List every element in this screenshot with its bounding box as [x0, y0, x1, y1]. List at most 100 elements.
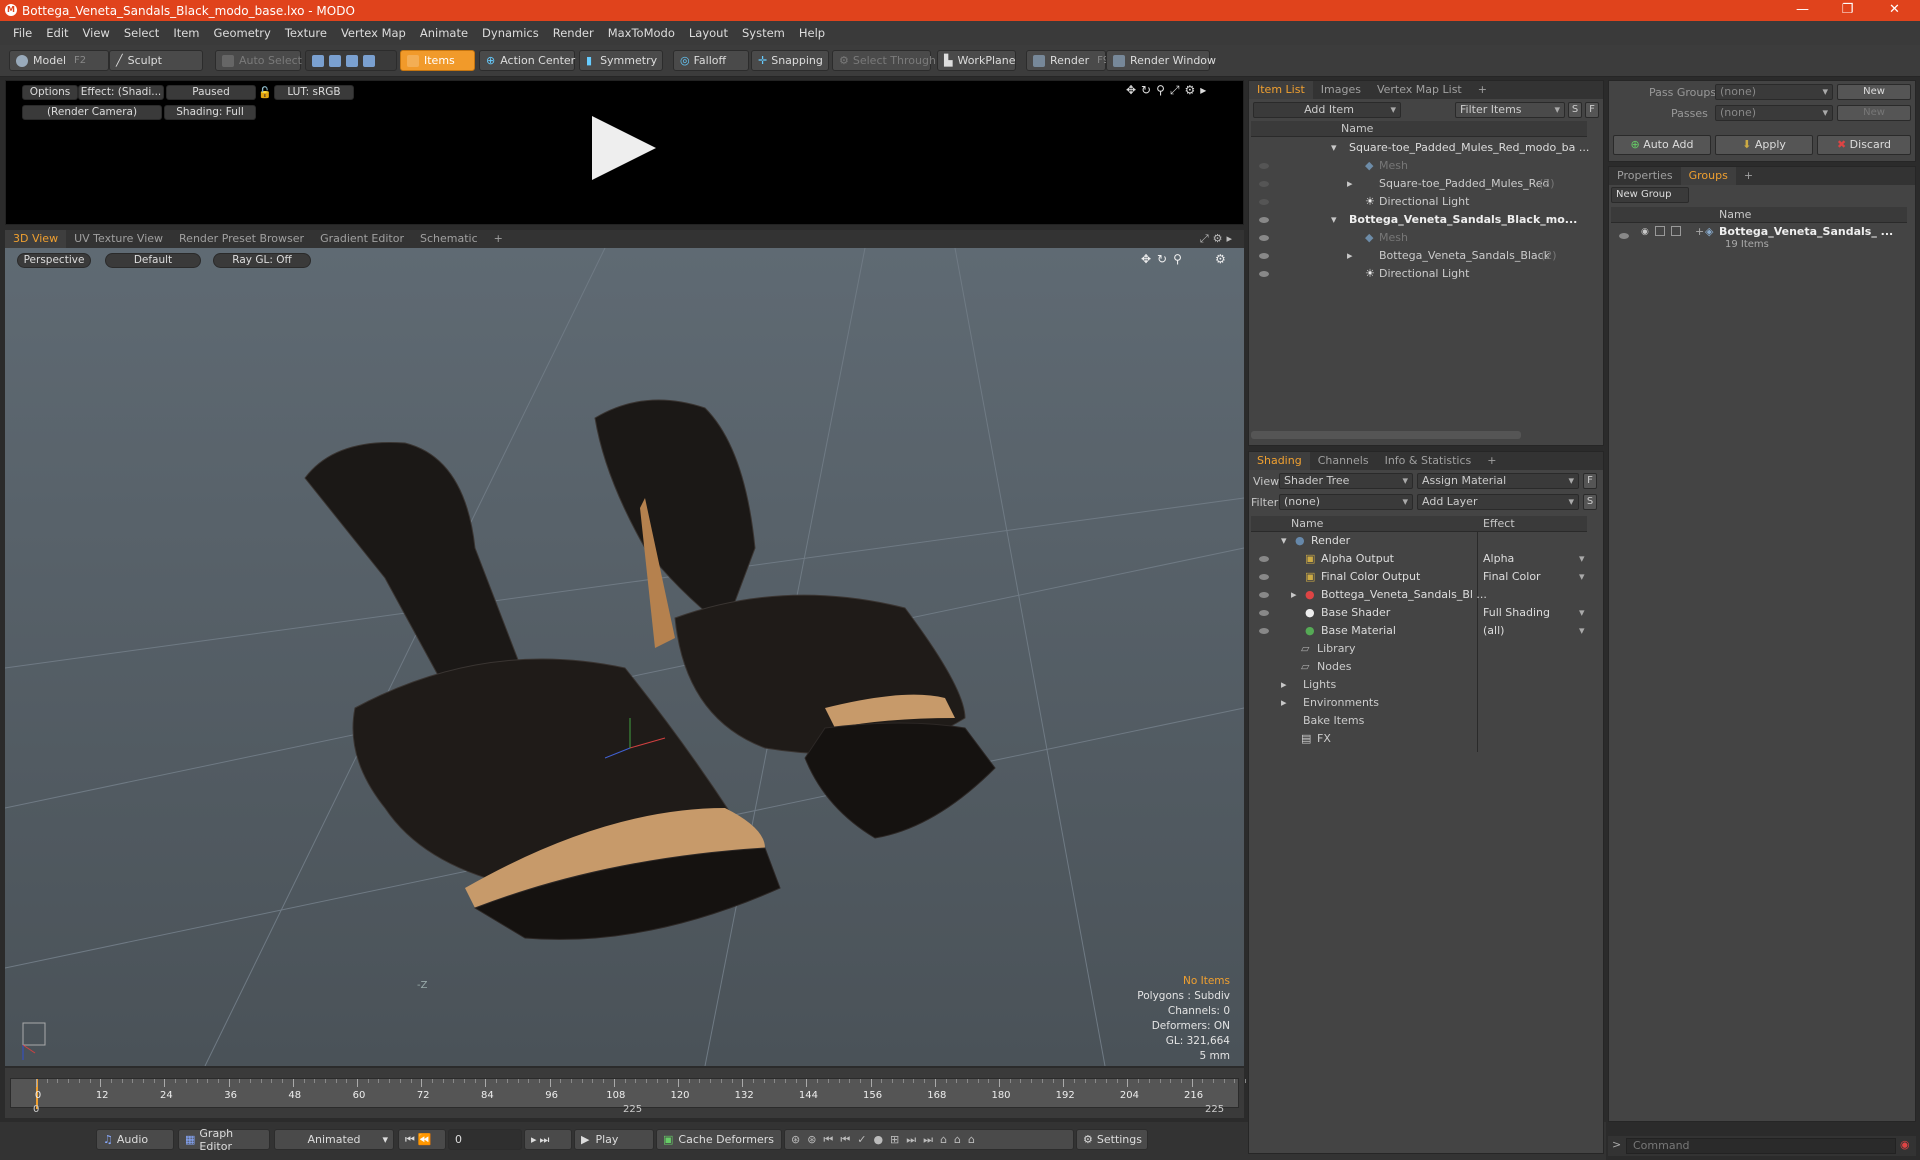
list-item[interactable]: ◆ Mesh [1251, 157, 1587, 175]
viewport-panel-icons[interactable]: ⤢⚙▸ [1200, 232, 1236, 246]
list-item[interactable]: ☀ Directional Light [1251, 265, 1587, 283]
menu-select[interactable]: Select [117, 26, 166, 40]
group-row[interactable]: ◉ + ◈ Bottega_Veneta_Sandals_ ... 19 Ite… [1611, 225, 1907, 259]
filter-items-input[interactable]: Filter Items [1455, 102, 1565, 118]
add-layer-dropdown[interactable]: Add Layer [1417, 494, 1579, 510]
animation-key-icons[interactable]: ⊛⊛⏮⏮✓●⊞⏭⏭⌂⌂⌂ [784, 1129, 1074, 1150]
effect-column-header[interactable]: Effect [1483, 517, 1515, 530]
3d-viewport[interactable]: Perspective Default Ray GL: Off ✥↻⚲ ⚙ -Z… [5, 248, 1244, 1066]
shader-tree-row[interactable]: Bake Items [1251, 712, 1587, 730]
minimize-button[interactable]: — [1780, 0, 1825, 21]
visibility-eye-icon[interactable] [1259, 217, 1269, 223]
play-icon[interactable] [592, 116, 656, 180]
shading-s-button[interactable]: S [1583, 494, 1597, 510]
render-camera-dropdown[interactable]: (Render Camera) [22, 105, 162, 120]
shader-tree-row[interactable]: ▣ Final Color Output Final Color ▾ [1251, 568, 1587, 586]
step-forward-icons[interactable]: ▸⏭ [524, 1129, 572, 1150]
preview-nav-icons[interactable]: ✥↻⚲⤢⚙▸ [1126, 83, 1211, 98]
tab-info-statistics[interactable]: Info & Statistics [1377, 452, 1480, 470]
menu-maxtomodo[interactable]: MaxToModo [601, 26, 682, 40]
menu-animate[interactable]: Animate [413, 26, 475, 40]
visibility-eye-icon[interactable] [1619, 233, 1629, 239]
filter-s-button[interactable]: S [1568, 102, 1582, 118]
add-tab-button[interactable]: + [486, 230, 511, 248]
shader-tree-row[interactable]: ● Base Material (all) ▾ [1251, 622, 1587, 640]
add-tab-button[interactable]: + [1479, 452, 1504, 470]
visibility-eye-icon[interactable] [1259, 253, 1269, 259]
shader-tree-row[interactable]: ▸ ● Bottega_Veneta_Sandals_Bl ... [1251, 586, 1587, 604]
effect-value[interactable]: Alpha [1483, 550, 1514, 568]
render-button[interactable]: Render F9 [1026, 50, 1109, 71]
workplane-button[interactable]: ▙ WorkPlane [937, 50, 1016, 71]
tab-images[interactable]: Images [1313, 81, 1369, 99]
expand-chevron-icon[interactable]: ▾ [1331, 139, 1337, 157]
shader-tree-row[interactable]: ● Base Shader Full Shading ▾ [1251, 604, 1587, 622]
expand-chevron-icon[interactable]: ▾ [1331, 211, 1337, 229]
visibility-eye-icon[interactable] [1259, 235, 1269, 241]
default-shading-dropdown[interactable]: Default [105, 253, 201, 268]
visibility-eye-icon[interactable] [1259, 163, 1269, 169]
effect-value[interactable]: Final Color [1483, 568, 1541, 586]
shader-tree-row[interactable]: ▸ Lights [1251, 676, 1587, 694]
menu-texture[interactable]: Texture [278, 26, 334, 40]
menu-view[interactable]: View [76, 26, 117, 40]
tab-groups[interactable]: Groups [1680, 167, 1736, 185]
add-item-dropdown[interactable]: Add Item [1253, 102, 1401, 118]
pass-groups-dropdown[interactable]: (none) [1715, 84, 1833, 100]
animated-dropdown[interactable]: Animated ▾ [274, 1129, 394, 1150]
shader-tree-row[interactable]: ▱ Nodes [1251, 658, 1587, 676]
settings-button[interactable]: ⚙ Settings [1076, 1129, 1148, 1150]
menu-vertex-map[interactable]: Vertex Map [334, 26, 413, 40]
preview-options-button[interactable]: Options [22, 85, 78, 100]
menu-edit[interactable]: Edit [39, 26, 75, 40]
vertices-mode-icon[interactable] [312, 54, 324, 67]
filter-dropdown[interactable]: (none) [1279, 494, 1413, 510]
tab-properties[interactable]: Properties [1609, 167, 1681, 185]
select-checkbox[interactable] [1671, 226, 1681, 236]
list-item[interactable]: ☀ Directional Light [1251, 193, 1587, 211]
list-item[interactable]: ▸ Bottega_Veneta_Sandals_Black (2) [1251, 247, 1587, 265]
effect-value[interactable]: Full Shading [1483, 604, 1550, 622]
visibility-eye-icon[interactable] [1259, 181, 1269, 187]
preview-effect-dropdown[interactable]: Effect: (Shadi... [78, 85, 164, 100]
shader-tree-row[interactable]: ▸ Environments [1251, 694, 1587, 712]
expand-chevron-icon[interactable]: ▾ [1281, 532, 1287, 550]
name-column-header[interactable]: Name [1341, 122, 1373, 135]
tab-channels[interactable]: Channels [1310, 452, 1377, 470]
new-pass-group-button[interactable]: New [1837, 84, 1911, 100]
frame-input[interactable]: 0 [448, 1129, 522, 1150]
items-mode-button[interactable]: Items [400, 50, 475, 71]
menu-help[interactable]: Help [792, 26, 832, 40]
add-tab-button[interactable]: + [1736, 167, 1761, 185]
add-tab-button[interactable]: + [1470, 81, 1495, 99]
discard-button[interactable]: ✖ Discard [1817, 135, 1911, 155]
visibility-eye-icon[interactable] [1259, 271, 1269, 277]
action-center-button[interactable]: ⊕ Action Center [479, 50, 575, 71]
visibility-eye-icon[interactable] [1259, 556, 1269, 562]
tab-render-preset-browser[interactable]: Render Preset Browser [171, 230, 312, 248]
list-item[interactable]: ▸ Square-toe_Padded_Mules_Red (2) [1251, 175, 1587, 193]
model-mode-button[interactable]: Model F2 [9, 50, 109, 71]
name-column-header[interactable]: Name [1291, 517, 1323, 530]
shader-tree-row[interactable]: ▣ Alpha Output Alpha ▾ [1251, 550, 1587, 568]
tab-3d-view[interactable]: 3D View [5, 230, 67, 248]
restore-button[interactable]: ❐ [1825, 0, 1870, 21]
tab-item-list[interactable]: Item List [1249, 81, 1313, 99]
play-button[interactable]: ▶ Play [574, 1129, 654, 1150]
visibility-eye-icon[interactable] [1259, 592, 1269, 598]
assign-material-dropdown[interactable]: Assign Material [1417, 473, 1579, 489]
expand-chevron-icon[interactable]: ▸ [1347, 175, 1353, 193]
visibility-eye-icon[interactable] [1259, 610, 1269, 616]
filter-f-button[interactable]: F [1585, 102, 1599, 118]
new-group-button[interactable]: New Group [1611, 187, 1689, 203]
shading-f-button[interactable]: F [1583, 473, 1597, 489]
symmetry-button[interactable]: ▮ Symmetry [579, 50, 663, 71]
shading-dropdown[interactable]: Shading: Full [164, 105, 256, 120]
chevron-down-icon[interactable]: ▾ [1579, 604, 1585, 622]
render-toggle-icon[interactable]: ◉ [1641, 227, 1649, 237]
perspective-dropdown[interactable]: Perspective [17, 253, 91, 268]
expand-chevron-icon[interactable]: ▸ [1291, 586, 1297, 604]
passes-dropdown[interactable]: (none) [1715, 105, 1833, 121]
tab-shading[interactable]: Shading [1249, 452, 1310, 470]
falloff-button[interactable]: ◎ Falloff [673, 50, 749, 71]
